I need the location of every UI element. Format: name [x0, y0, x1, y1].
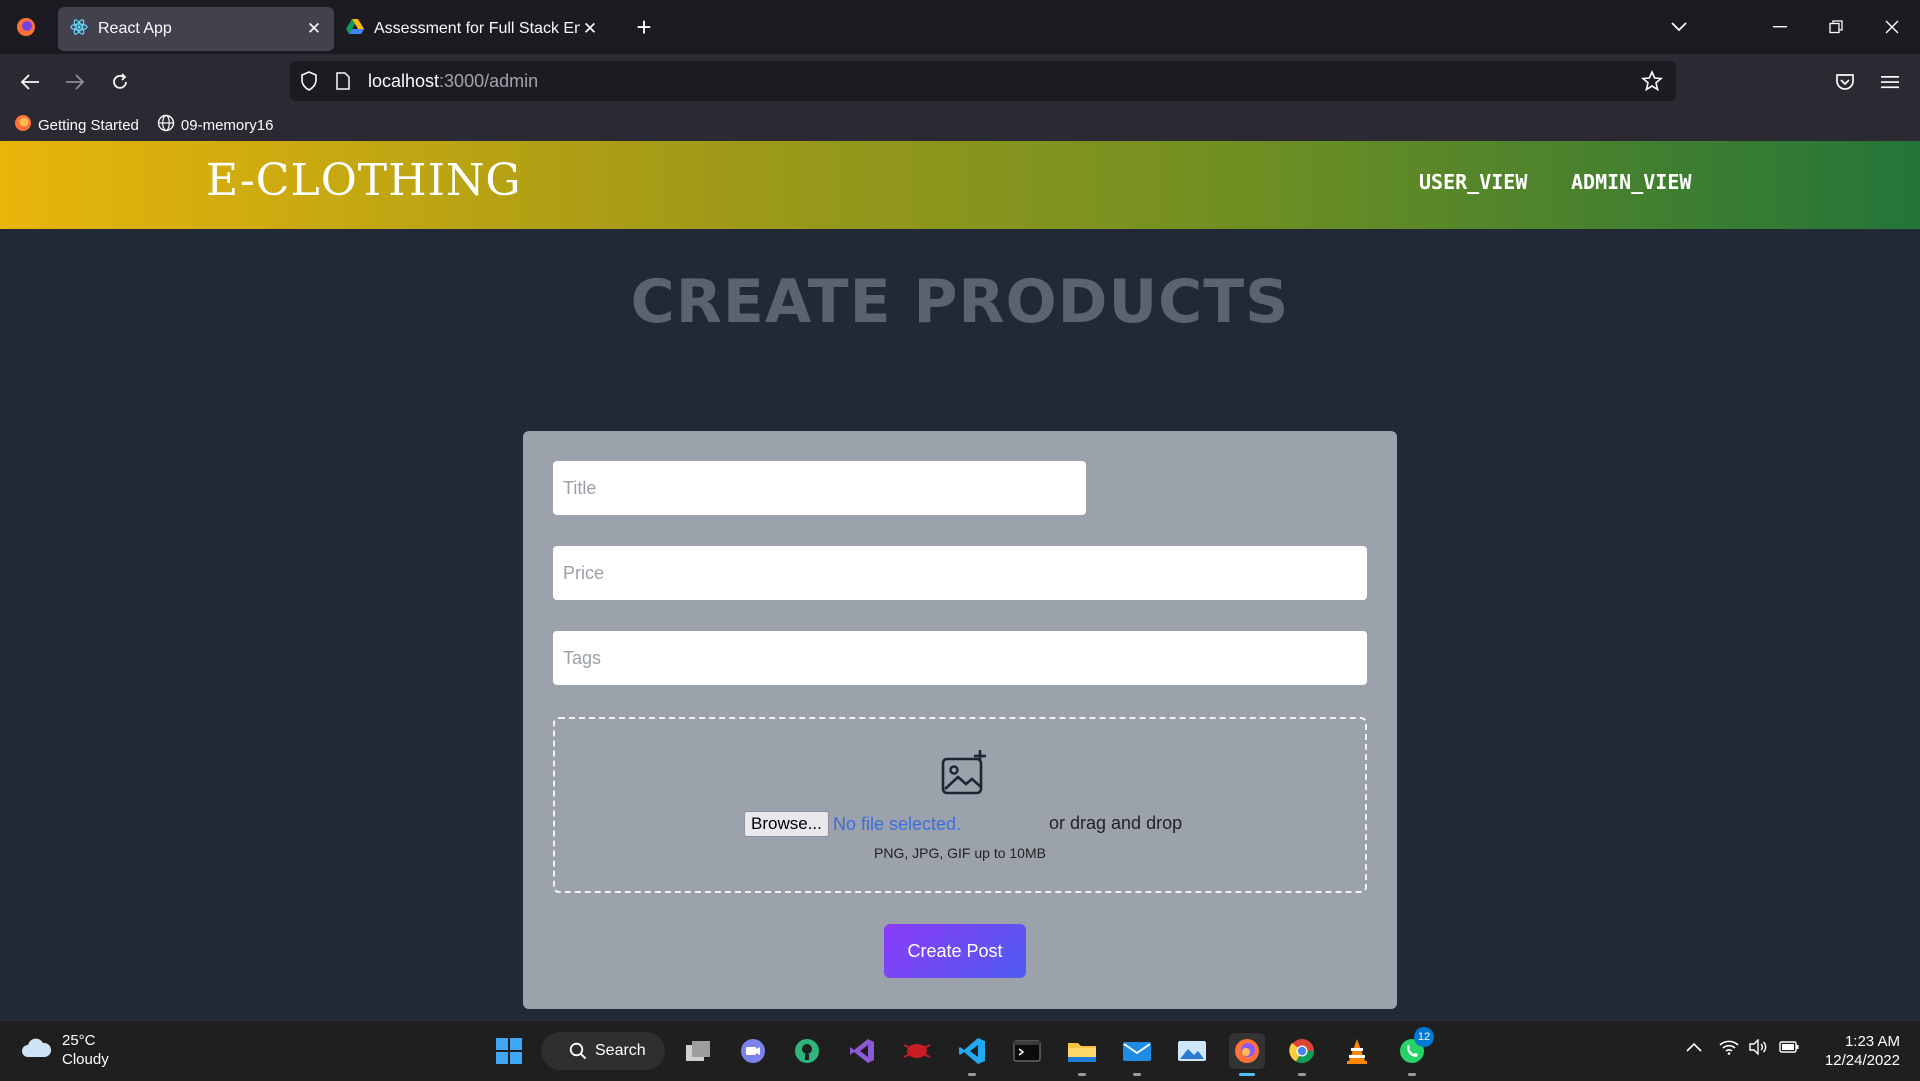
- page-info-icon[interactable]: [336, 72, 350, 90]
- brand-logo[interactable]: E-CLOTHING: [206, 155, 522, 206]
- create-post-button[interactable]: Create Post: [884, 924, 1026, 978]
- page-title: CREATE PRODUCTS: [630, 267, 1290, 337]
- teams-chat-icon[interactable]: [735, 1033, 771, 1069]
- clock-date: 12/24/2022: [1824, 1052, 1900, 1069]
- file-type-hint: PNG, JPG, GIF up to 10MB: [874, 845, 1046, 861]
- show-hidden-icons-chevron-icon[interactable]: [1686, 1039, 1702, 1057]
- tracking-protection-shield-icon[interactable]: [300, 71, 318, 91]
- drag-drop-text: or drag and drop: [1049, 813, 1183, 833]
- tab-title: Assessment for Full Stack Engin: [374, 20, 580, 37]
- photos-icon[interactable]: [1174, 1033, 1210, 1069]
- vscode-icon[interactable]: [954, 1033, 990, 1076]
- react-icon: [70, 18, 88, 41]
- restore-icon[interactable]: [1808, 0, 1864, 54]
- bookmark-getting-started[interactable]: Getting Started: [14, 114, 139, 136]
- windows-taskbar: 25°C Cloudy Search 12 1:23 AM 12/24/2022: [0, 1020, 1920, 1081]
- browser-tab-bar: React App ✕ Assessment for Full Stack En…: [0, 0, 1920, 54]
- image-dropzone[interactable]: Browse... No file selected. or drag and …: [553, 717, 1367, 893]
- task-view-icon[interactable]: [680, 1033, 716, 1069]
- firefox-taskbar-icon[interactable]: [1229, 1033, 1265, 1076]
- running-indicator: [1239, 1073, 1255, 1076]
- url-text[interactable]: localhost:3000/admin: [368, 71, 538, 92]
- close-tab-icon[interactable]: ✕: [304, 19, 324, 39]
- add-image-icon: [940, 749, 988, 797]
- cloud-icon: [20, 1037, 52, 1064]
- clock-time: 1:23 AM: [1844, 1033, 1900, 1050]
- address-bar[interactable]: localhost:3000/admin: [290, 61, 1676, 101]
- file-status: No file selected.: [833, 814, 962, 834]
- tab-assessment[interactable]: Assessment for Full Stack Engin ✕: [334, 7, 610, 51]
- bookmarks-toolbar: Getting Started 09-memory16: [0, 109, 1920, 141]
- google-drive-icon: [346, 18, 364, 40]
- list-all-tabs-chevron-icon[interactable]: [1664, 12, 1694, 42]
- weather-widget[interactable]: 25°C Cloudy: [20, 1031, 109, 1069]
- close-tab-icon[interactable]: ✕: [580, 19, 600, 39]
- create-product-form: Browse... No file selected. or drag and …: [523, 431, 1397, 1009]
- search-label: Search: [595, 1042, 646, 1059]
- pocket-icon[interactable]: [1825, 62, 1865, 102]
- weather-condition: Cloudy: [62, 1051, 109, 1068]
- tags-input[interactable]: [553, 631, 1367, 685]
- system-clock[interactable]: 1:23 AM 12/24/2022: [1825, 1032, 1900, 1070]
- weather-temp: 25°C: [62, 1032, 96, 1049]
- close-window-icon[interactable]: [1864, 0, 1920, 54]
- running-indicator: [1133, 1073, 1141, 1076]
- minimize-icon[interactable]: [1752, 0, 1808, 54]
- back-arrow-icon[interactable]: [10, 62, 50, 102]
- bookmark-star-icon[interactable]: [1640, 69, 1664, 93]
- tab-title: React App: [98, 20, 172, 37]
- window-controls: [1752, 0, 1920, 54]
- price-input[interactable]: [553, 546, 1367, 600]
- vlc-icon[interactable]: [1339, 1033, 1375, 1069]
- gitkraken-icon[interactable]: [789, 1033, 825, 1069]
- browse-button[interactable]: Browse...: [744, 811, 829, 837]
- running-indicator: [968, 1073, 976, 1076]
- search-icon: [569, 1042, 587, 1060]
- browser-nav-bar: localhost:3000/admin: [0, 54, 1920, 109]
- running-indicator: [1408, 1073, 1416, 1076]
- title-input[interactable]: [553, 461, 1086, 515]
- firefox-view-icon[interactable]: [0, 0, 52, 54]
- notification-badge: 12: [1414, 1027, 1434, 1047]
- nav-user-view[interactable]: USER_VIEW: [1419, 170, 1527, 194]
- taskbar-search[interactable]: Search: [541, 1032, 665, 1070]
- chrome-icon[interactable]: [1284, 1033, 1320, 1076]
- windows-start-icon[interactable]: [491, 1033, 527, 1069]
- running-indicator: [1298, 1073, 1306, 1076]
- firefox-icon: [14, 114, 32, 136]
- bookmark-09-memory16[interactable]: 09-memory16: [157, 114, 273, 136]
- volume-icon[interactable]: [1748, 1038, 1768, 1060]
- forward-arrow-icon[interactable]: [55, 62, 95, 102]
- terminal-icon[interactable]: [1009, 1033, 1045, 1069]
- running-indicator: [1078, 1073, 1086, 1076]
- whatsapp-icon[interactable]: 12: [1394, 1027, 1434, 1076]
- wifi-icon[interactable]: [1719, 1039, 1739, 1060]
- mail-icon[interactable]: [1119, 1033, 1155, 1076]
- tab-react-app[interactable]: React App ✕: [58, 7, 334, 51]
- battery-icon[interactable]: [1778, 1039, 1800, 1060]
- globe-icon: [157, 114, 175, 136]
- new-tab-plus-icon[interactable]: +: [624, 7, 664, 47]
- reload-icon[interactable]: [100, 62, 140, 102]
- site-header: E-CLOTHING USER_VIEW ADMIN_VIEW: [0, 141, 1920, 229]
- visual-studio-icon[interactable]: [844, 1033, 880, 1069]
- hamburger-menu-icon[interactable]: [1870, 62, 1910, 102]
- nav-admin-view[interactable]: ADMIN_VIEW: [1571, 170, 1691, 194]
- file-explorer-icon[interactable]: [1064, 1033, 1100, 1076]
- spider-app-icon[interactable]: [899, 1033, 935, 1069]
